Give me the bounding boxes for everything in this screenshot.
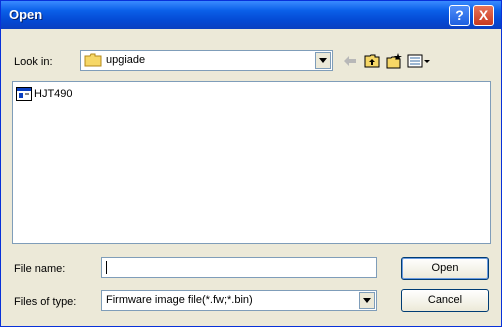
view-menu-icon[interactable] <box>407 52 431 70</box>
files-of-type-value: Firmware image file(*.fw;*.bin) <box>106 294 253 306</box>
chevron-down-icon <box>363 298 371 303</box>
file-name-input[interactable] <box>101 257 377 278</box>
close-icon: X <box>478 7 489 23</box>
window-title: Open <box>9 7 43 22</box>
open-button[interactable]: Open <box>401 257 489 280</box>
files-of-type-select[interactable]: Firmware image file(*.fw;*.bin) <box>101 290 377 311</box>
title-bar[interactable]: Open ? X <box>1 1 501 29</box>
close-button[interactable]: X <box>473 5 494 26</box>
look-in-label: Look in: <box>14 56 53 68</box>
chevron-down-icon <box>319 58 327 63</box>
file-name-label: File name: <box>14 263 66 275</box>
files-of-type-dropdown-button[interactable] <box>359 292 375 309</box>
open-dialog: Open ? X Look in: upgiade HJT490 File na… <box>0 0 502 327</box>
up-folder-icon[interactable] <box>363 52 381 70</box>
cancel-button[interactable]: Cancel <box>401 289 489 312</box>
look-in-dropdown-button[interactable] <box>315 52 331 69</box>
text-caret <box>106 261 107 274</box>
application-icon <box>16 87 32 101</box>
file-list[interactable]: HJT490 <box>12 81 491 244</box>
new-folder-icon[interactable] <box>385 52 403 70</box>
help-button[interactable]: ? <box>449 5 470 26</box>
file-name-label: HJT490 <box>34 88 73 100</box>
folder-icon <box>84 53 102 67</box>
back-arrow-icon[interactable] <box>341 52 359 70</box>
look-in-value: upgiade <box>106 54 146 66</box>
help-icon: ? <box>455 7 464 23</box>
files-of-type-label: Files of type: <box>14 296 77 308</box>
look-in-combobox[interactable]: upgiade <box>80 50 333 71</box>
